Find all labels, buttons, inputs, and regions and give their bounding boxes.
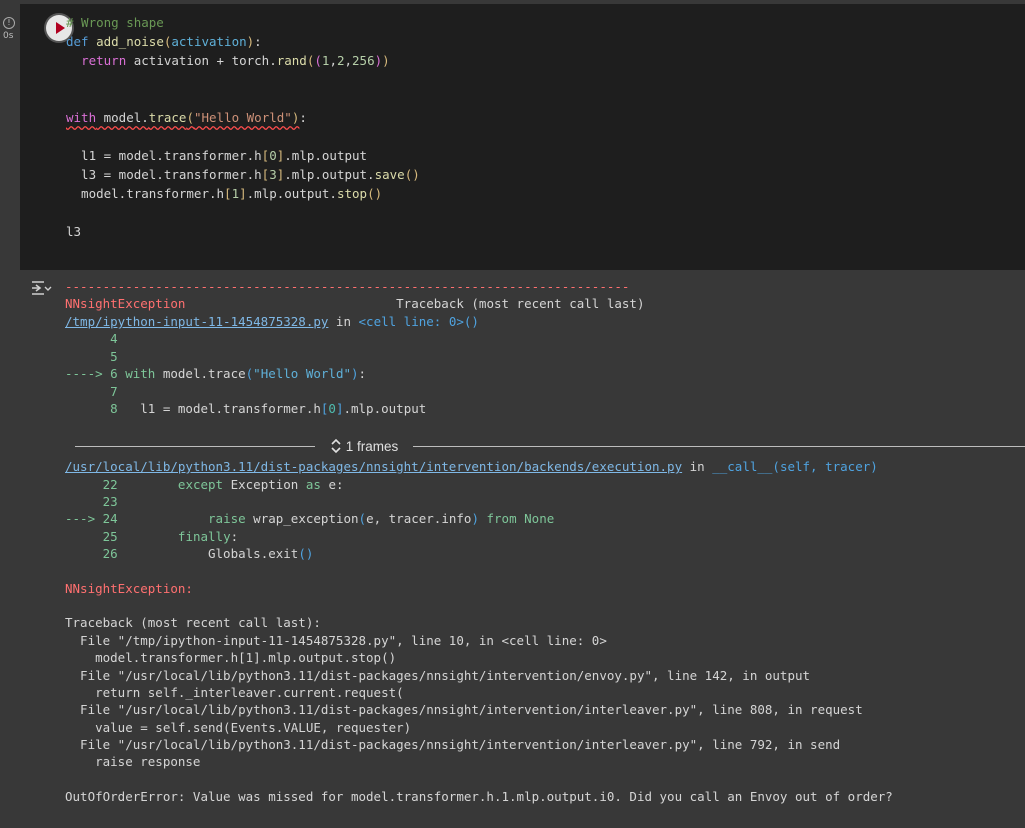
tb-plain-line: File "/tmp/ipython-input-11-1454875328.p… [65,633,607,648]
code-line: model.transformer.h[1].mlp.output.stop() [66,186,383,201]
traceback-line: 5 [110,349,118,364]
cell-gutter: ! 0s [0,4,20,270]
exception-header: NNsightException Traceback (most recent … [65,296,645,311]
traceback-line: ----> 6 with model.trace("Hello World"): [65,366,367,381]
traceback-line: 22 except Exception as e: [102,477,344,492]
code-line: l1 = model.transformer.h[0].mlp.output [66,148,368,163]
file-link-1[interactable]: /tmp/ipython-input-11-1454875328.py [65,314,328,329]
frames-label[interactable]: 1 frames [330,438,398,454]
traceback-line: 8 l1 = model.transformer.h[0].mlp.output [110,401,427,416]
tb-plain-line: return self._interleaver.current.request… [65,685,404,700]
traceback-line: 26 Globals.exit() [102,546,314,561]
traceback-line: 25 finally: [102,529,239,544]
code-line: return activation + torch.rand((1,2,256)… [81,53,390,68]
tb-plain-line: raise response [65,754,201,769]
traceback-line: 23 [102,494,118,509]
traceback-file-2: /usr/local/lib/python3.11/dist-packages/… [65,459,878,474]
tb-plain-line: model.transformer.h[1].mlp.output.stop() [65,650,397,665]
execution-time: 0s [3,31,14,41]
traceback-line: 7 [110,384,118,399]
code-line: l3 = model.transformer.h[3].mlp.output.s… [66,167,420,182]
tb-plain-line: File "/usr/local/lib/python3.11/dist-pac… [65,668,811,683]
divider-right [413,446,1025,447]
tb-plain-line: Traceback (most recent call last): [65,615,321,630]
output-toggle-icon[interactable] [30,280,52,296]
divider-left [75,446,315,447]
code-line: def add_noise(activation): [66,34,262,49]
expand-chevrons-icon [331,438,341,454]
code-line: with model.trace("Hello World"): [66,110,307,125]
play-icon [56,22,65,34]
traceback-line: ---> 24 raise wrap_exception(e, tracer.i… [65,511,555,526]
file-link-2[interactable]: /usr/local/lib/python3.11/dist-packages/… [65,459,682,474]
traceback-file-1: /tmp/ipython-input-11-1454875328.py in <… [65,314,479,329]
code-line: l3 [66,224,82,239]
tb-plain-line: File "/usr/local/lib/python3.11/dist-pac… [65,702,863,717]
execution-status-icon: ! [3,17,15,29]
final-error-message: OutOfOrderError: Value was missed for mo… [65,789,893,804]
tb-plain-line: File "/usr/local/lib/python3.11/dist-pac… [65,737,841,752]
code-editor[interactable]: # Wrong shape def add_noise(activation):… [20,4,1025,270]
code-line: # Wrong shape [66,15,164,30]
traceback-divider: ----------------------------------------… [65,279,630,294]
traceback-line: 4 [110,331,118,346]
tb-plain-line: value = self.send(Events.VALUE, requeste… [65,720,412,735]
frames-expander[interactable]: 1 frames [75,437,1025,457]
exception-label: NNsightException: [65,581,193,596]
